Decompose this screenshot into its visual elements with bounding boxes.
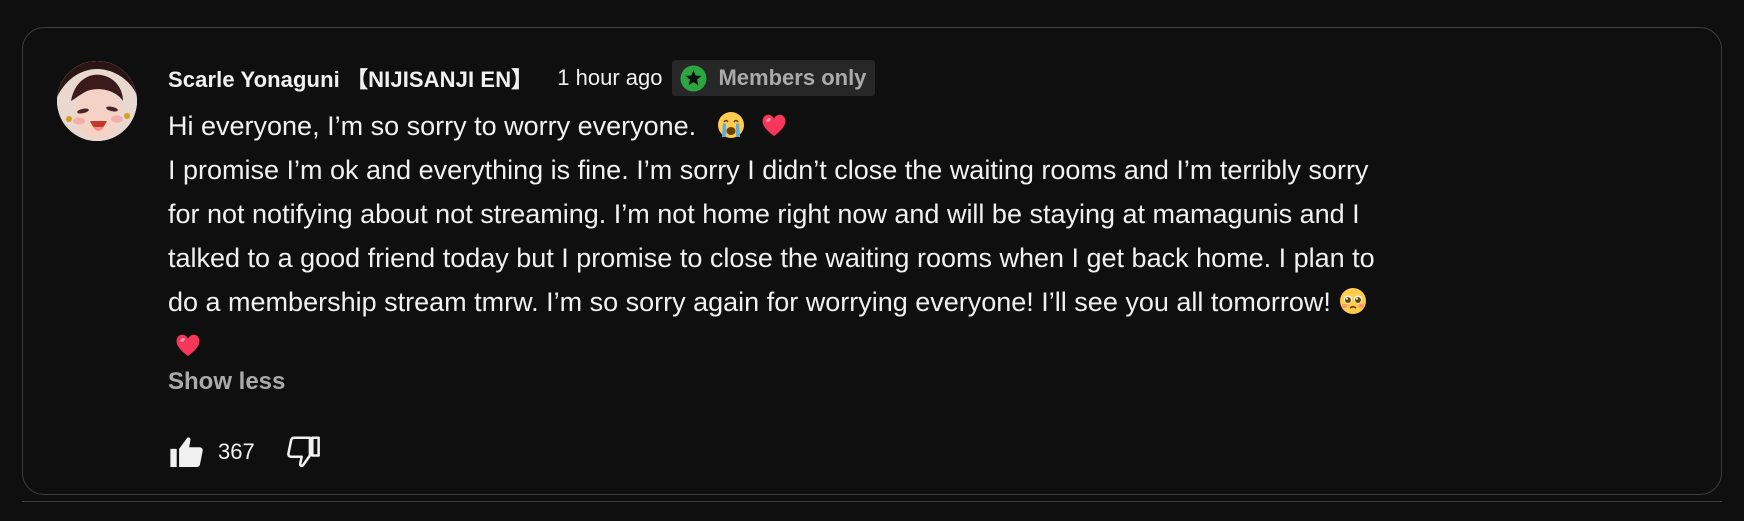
like-button[interactable]: 367 [168, 433, 283, 471]
avatar-image [57, 61, 137, 141]
post-actions: 367 [168, 430, 321, 474]
post-text: Hi everyone, I’m so sorry to worry every… [168, 111, 697, 141]
post-body-line-5: do a membership stream tmrw. I’m so sorr… [168, 280, 1608, 324]
post-timestamp[interactable]: 1 hour ago [557, 65, 662, 91]
crying-face-emoji [717, 112, 744, 138]
members-only-label: Members only [718, 65, 867, 90]
post-body-line-3: for not notifying about not streaming. I… [168, 199, 1360, 229]
members-only-badge: Members only [672, 60, 876, 96]
author-name[interactable]: Scarle Yonaguni 【NIJISANJI EN】 [168, 62, 533, 94]
pleading-face-emoji [1340, 288, 1367, 314]
dislike-button[interactable] [283, 433, 321, 471]
show-less-button[interactable]: Show less [168, 368, 285, 396]
like-count: 367 [218, 439, 255, 464]
post-body-line-4: talked to a good friend today but I prom… [168, 243, 1375, 273]
divider [22, 501, 1722, 502]
author-avatar[interactable] [57, 61, 137, 141]
thumbs-down-icon [286, 436, 320, 468]
post-body-line-6 [168, 324, 1608, 368]
heart-emoji [762, 114, 786, 136]
post-content: Scarle Yonaguni 【NIJISANJI EN】 1 hour ag… [168, 60, 1608, 396]
heart-emoji [176, 334, 200, 356]
star-badge-icon [680, 65, 707, 91]
post-body-line-1: Hi everyone, I’m so sorry to worry every… [168, 104, 1608, 148]
post-text: do a membership stream tmrw. I’m so sorr… [168, 287, 1331, 317]
community-post-card: Scarle Yonaguni 【NIJISANJI EN】 1 hour ag… [22, 27, 1722, 495]
post-header: Scarle Yonaguni 【NIJISANJI EN】 1 hour ag… [168, 60, 1608, 96]
post-body-line-2: I promise I’m ok and everything is fine.… [168, 155, 1369, 185]
post-body: Hi everyone, I’m so sorry to worry every… [168, 104, 1608, 368]
thumbs-up-icon [170, 437, 203, 468]
